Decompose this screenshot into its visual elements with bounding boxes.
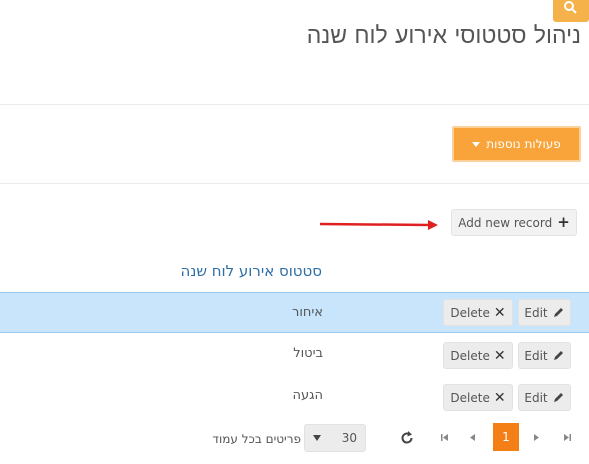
delete-button[interactable]: Delete ✕ (443, 299, 513, 326)
prev-page-icon[interactable] (469, 433, 476, 442)
dropdown-arrow-icon (313, 435, 321, 441)
row-status-value: איחור (292, 305, 323, 320)
edit-button[interactable]: Edit (518, 384, 571, 411)
delete-label: Delete (450, 348, 490, 363)
caret-down-icon (472, 141, 481, 147)
search-icon (564, 1, 577, 14)
delete-button[interactable]: Delete ✕ (443, 342, 513, 369)
search-button[interactable] (553, 0, 589, 22)
edit-button[interactable]: Edit (518, 299, 571, 326)
refresh-icon[interactable] (399, 430, 415, 446)
more-actions-button[interactable]: פעולות נוספות (452, 126, 581, 162)
divider-toolbar (0, 183, 589, 184)
table-row[interactable]: Delete ✕ Edit הגעה (0, 376, 589, 417)
first-page-icon[interactable] (440, 433, 449, 442)
delete-x-icon: ✕ (493, 389, 506, 406)
pencil-icon (553, 393, 563, 402)
current-page-button[interactable]: 1 (493, 423, 519, 451)
column-header-status[interactable]: סטטוס אירוע לוח שנה (181, 262, 322, 280)
edit-label: Edit (524, 305, 548, 320)
more-actions-label: פעולות נוספות (486, 137, 561, 151)
plus-icon: + (557, 213, 570, 231)
annotation-arrow (319, 220, 438, 230)
add-new-record-button[interactable]: Add new record + (451, 209, 577, 236)
table-row[interactable]: Delete ✕ Edit ביטול (0, 334, 589, 375)
page-size-label: פריטים בכל עמוד (212, 432, 301, 446)
add-record-label: Add new record (458, 215, 553, 230)
next-page-icon[interactable] (533, 433, 540, 442)
edit-label: Edit (524, 348, 548, 363)
row-status-value: ביטול (293, 346, 323, 361)
delete-x-icon: ✕ (493, 347, 506, 364)
edit-button[interactable]: Edit (518, 342, 571, 369)
page-title: ניהול סטטוסי אירוע לוח שנה (306, 23, 581, 49)
pencil-icon (553, 308, 563, 317)
delete-button[interactable]: Delete ✕ (443, 384, 513, 411)
last-page-icon[interactable] (563, 433, 572, 442)
page-size-select[interactable]: 30 (304, 424, 366, 452)
page-size-value: 30 (341, 431, 357, 445)
delete-x-icon: ✕ (493, 304, 506, 321)
delete-label: Delete (450, 390, 490, 405)
row-status-value: הגעה (292, 388, 323, 403)
divider-top (0, 104, 589, 105)
edit-label: Edit (524, 390, 548, 405)
delete-label: Delete (450, 305, 490, 320)
pager: פריטים בכל עמוד 30 1 (0, 423, 589, 453)
table-row[interactable]: Delete ✕ Edit איחור (0, 292, 589, 333)
pencil-icon (553, 351, 563, 360)
